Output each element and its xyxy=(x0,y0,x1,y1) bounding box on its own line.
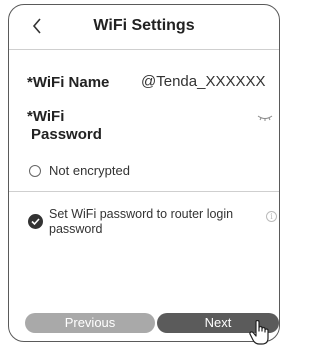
not-encrypted-radio[interactable] xyxy=(29,165,41,177)
wifi-password-label-line1: *WiFi xyxy=(27,108,65,125)
sync-password-label: Set WiFi password to router login passwo… xyxy=(49,207,234,236)
info-icon[interactable]: i xyxy=(266,211,277,222)
previous-button[interactable]: Previous xyxy=(25,313,155,333)
wifi-settings-panel: WiFi Settings *WiFi Name @Tenda_XXXXXX *… xyxy=(8,4,280,342)
wifi-password-label-line2: Password xyxy=(31,126,102,143)
wifi-name-field[interactable]: @Tenda_XXXXXX xyxy=(141,73,265,90)
section-divider xyxy=(9,191,279,192)
sync-password-checkbox[interactable] xyxy=(28,214,43,229)
not-encrypted-label: Not encrypted xyxy=(49,163,130,178)
hand-cursor-icon xyxy=(249,320,269,345)
eye-closed-icon[interactable] xyxy=(257,113,273,123)
checkmark-icon xyxy=(31,218,40,226)
wifi-name-label: *WiFi Name xyxy=(27,74,110,91)
page-title: WiFi Settings xyxy=(93,17,195,34)
header: WiFi Settings xyxy=(9,5,279,49)
header-divider xyxy=(9,49,279,50)
